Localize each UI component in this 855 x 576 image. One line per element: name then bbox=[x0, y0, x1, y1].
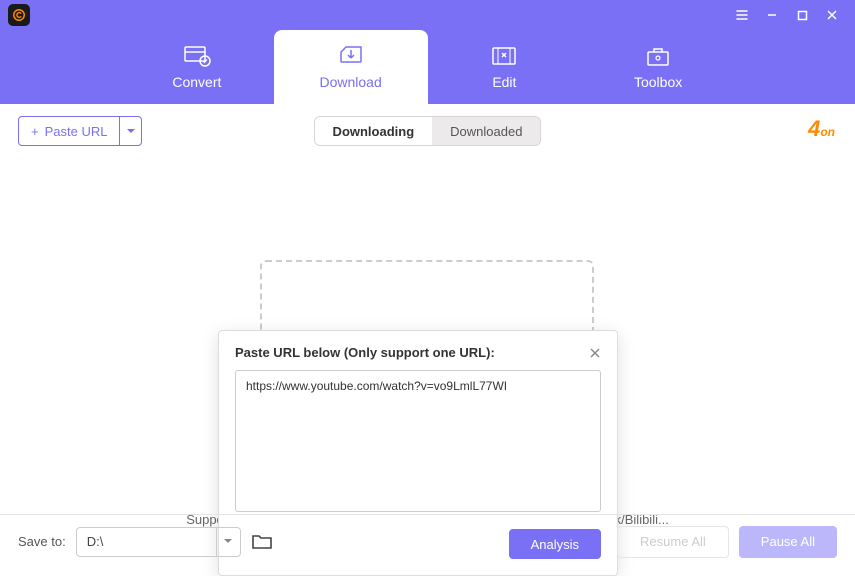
tab-label: Edit bbox=[492, 74, 516, 90]
url-input[interactable] bbox=[235, 370, 601, 512]
paste-url-button[interactable]: + Paste URL bbox=[18, 116, 142, 146]
tab-label: Download bbox=[319, 74, 381, 90]
plus-icon: + bbox=[31, 124, 39, 139]
seg-downloaded[interactable]: Downloaded bbox=[432, 117, 540, 145]
main-tabs: Convert Download Edit Toolbox bbox=[0, 30, 855, 104]
pause-all-button[interactable]: Pause All bbox=[739, 526, 837, 558]
toolbar: + Paste URL Downloading Downloaded 4on bbox=[0, 110, 855, 152]
tab-download[interactable]: Download bbox=[274, 30, 428, 104]
paste-url-label: Paste URL bbox=[45, 124, 108, 139]
tab-toolbox[interactable]: Toolbox bbox=[581, 30, 735, 104]
save-to-label: Save to: bbox=[18, 534, 66, 549]
accelerate-badge[interactable]: 4on bbox=[808, 116, 835, 142]
resume-all-button[interactable]: Resume All bbox=[617, 526, 729, 558]
minimize-button[interactable] bbox=[757, 0, 787, 30]
chevron-down-icon[interactable] bbox=[216, 528, 240, 556]
content-area: Copy URL and click here to download Past… bbox=[0, 152, 855, 472]
tab-label: Toolbox bbox=[634, 74, 682, 90]
maximize-button[interactable] bbox=[787, 0, 817, 30]
open-folder-button[interactable] bbox=[251, 533, 273, 551]
footer-bar: Save to: D:\ Resume All Pause All bbox=[0, 514, 855, 568]
seg-downloading[interactable]: Downloading bbox=[315, 117, 433, 145]
save-path-value: D:\ bbox=[77, 528, 216, 556]
download-segment: Downloading Downloaded bbox=[314, 116, 542, 146]
tab-edit[interactable]: Edit bbox=[428, 30, 582, 104]
modal-title: Paste URL below (Only support one URL): bbox=[235, 345, 589, 360]
close-button[interactable] bbox=[817, 0, 847, 30]
save-path-select[interactable]: D:\ bbox=[76, 527, 241, 557]
tab-convert[interactable]: Convert bbox=[120, 30, 274, 104]
paste-url-dropdown[interactable] bbox=[119, 117, 141, 145]
menu-icon[interactable] bbox=[727, 0, 757, 30]
paste-url-main[interactable]: + Paste URL bbox=[19, 117, 119, 145]
modal-close-button[interactable] bbox=[589, 347, 601, 359]
app-logo bbox=[8, 4, 30, 26]
title-bar bbox=[0, 0, 855, 30]
tab-label: Convert bbox=[172, 74, 221, 90]
